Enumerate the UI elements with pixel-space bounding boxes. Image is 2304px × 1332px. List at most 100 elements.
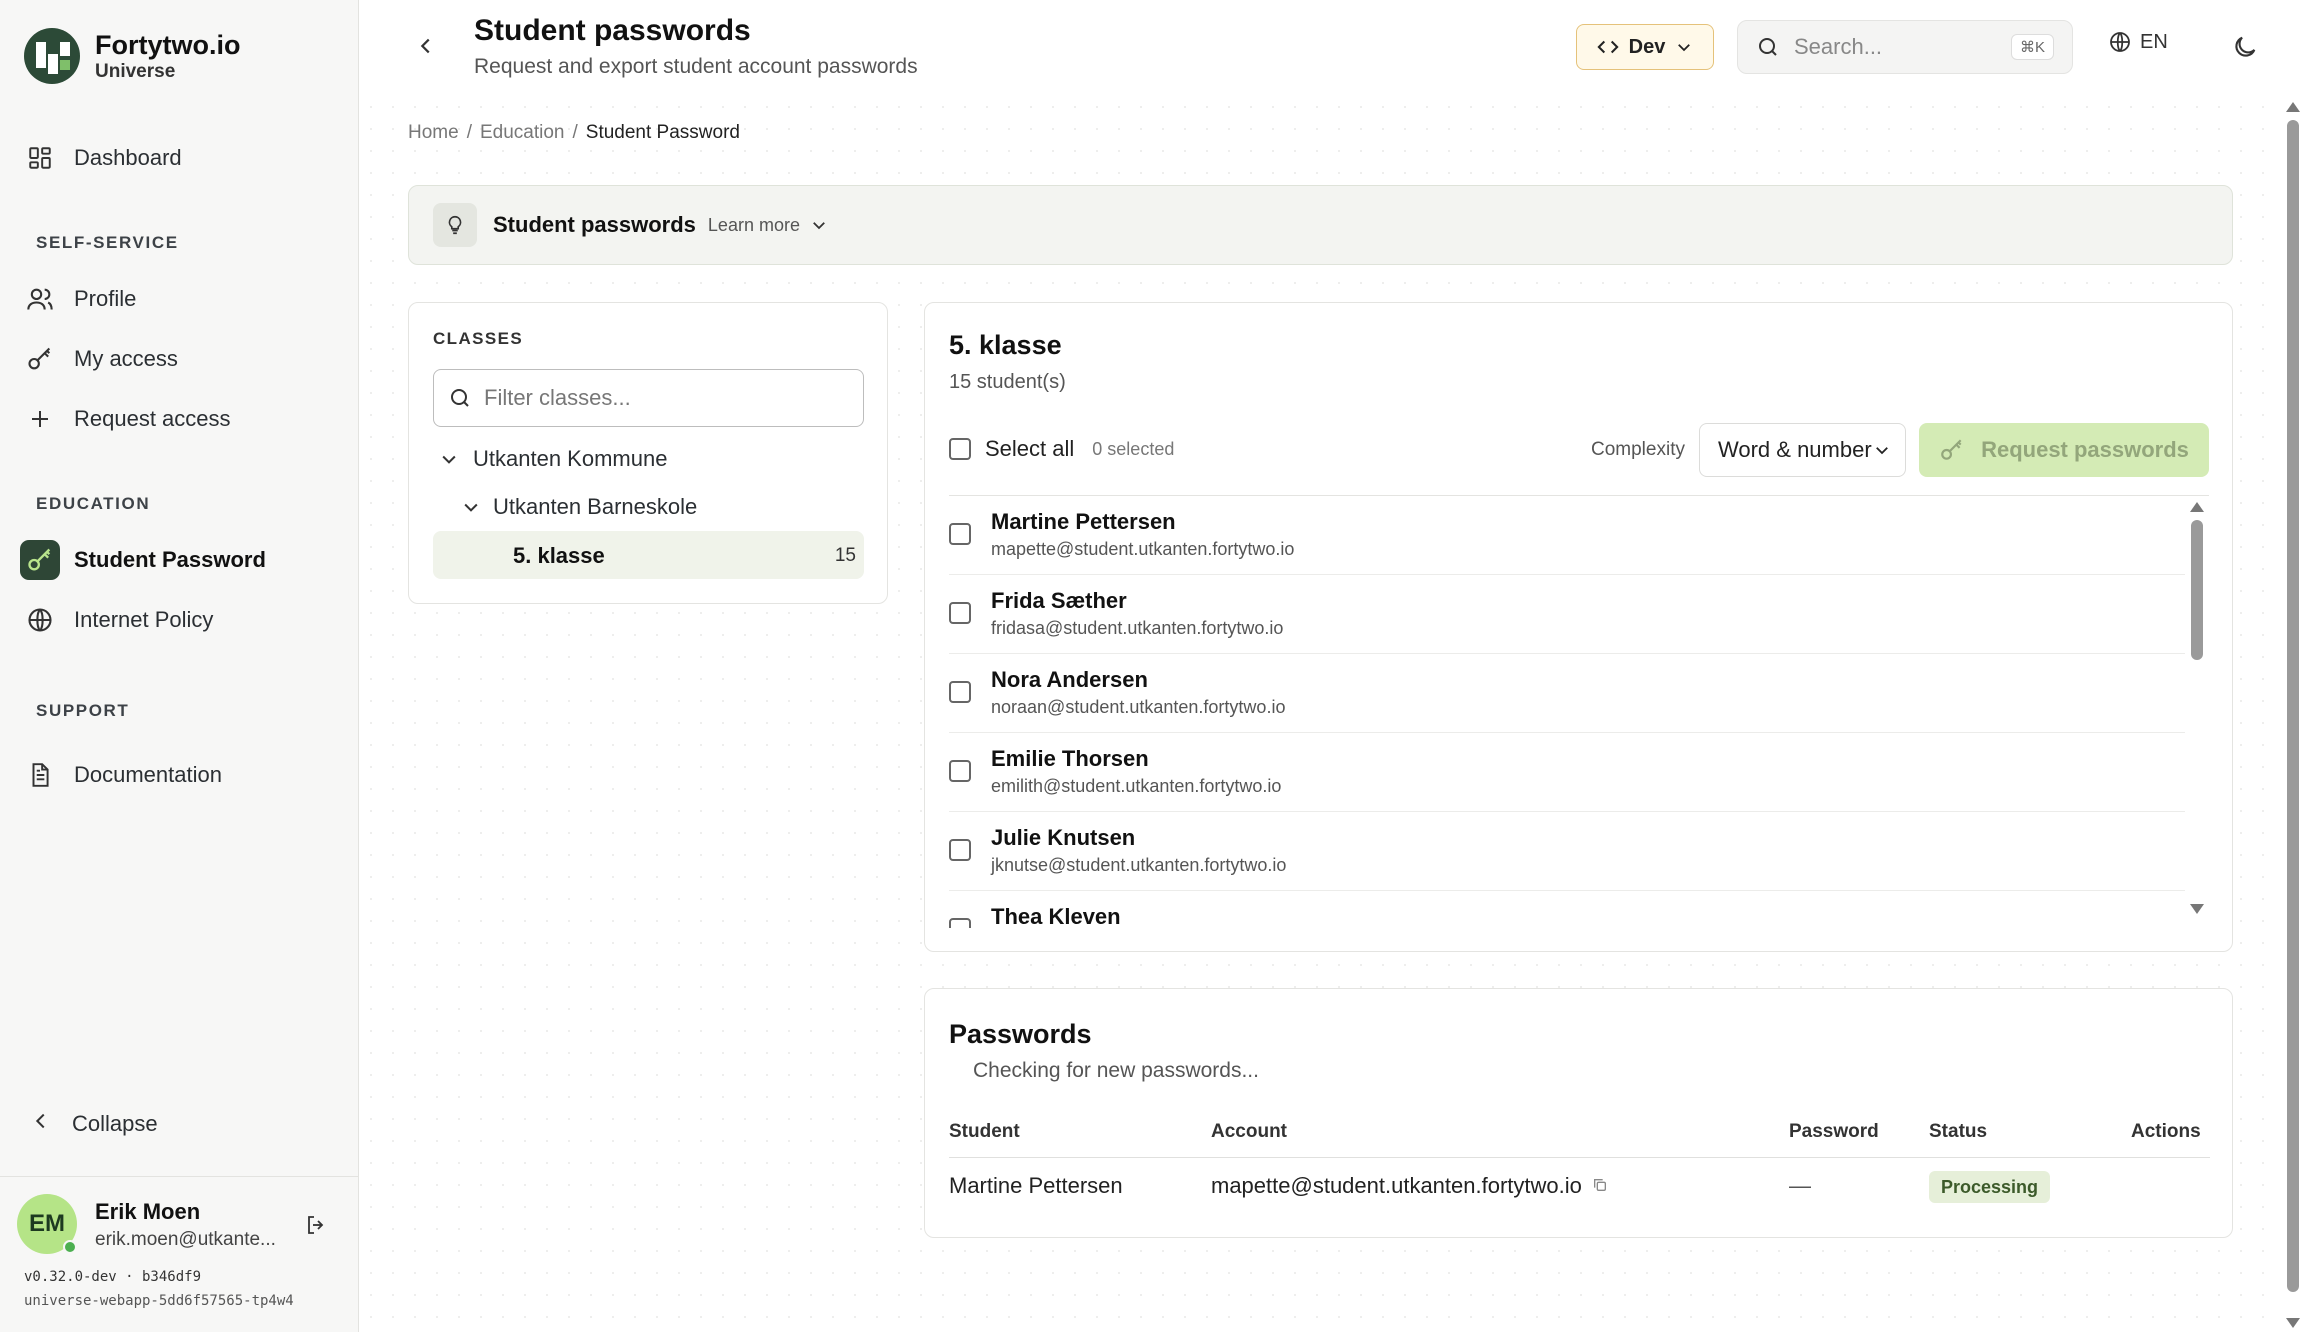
code-icon — [1597, 40, 1619, 54]
scrollbar-thumb[interactable] — [2191, 520, 2203, 660]
users-icon — [20, 279, 60, 319]
student-name: Martine Pettersen — [991, 509, 1176, 534]
chevron-left-icon — [30, 1110, 52, 1138]
back-button[interactable] — [410, 30, 442, 62]
student-checkbox[interactable] — [949, 918, 971, 928]
user-name: Erik Moen — [95, 1199, 201, 1224]
student-name: Emilie Thorsen — [991, 746, 1149, 771]
page-title: Student passwords — [474, 14, 751, 47]
logout-button[interactable] — [302, 1211, 330, 1239]
scrollbar-thumb[interactable] — [2287, 120, 2299, 1292]
sidebar-item-documentation[interactable]: Documentation — [18, 751, 342, 799]
learn-more-label: Learn more — [707, 214, 800, 235]
online-status-dot — [63, 1240, 77, 1254]
brand-subtitle: Universe — [95, 61, 176, 82]
passwords-card: Passwords Checking for new passwords... … — [924, 988, 2233, 1238]
select-all-checkbox[interactable]: Select all 0 selected — [949, 436, 1174, 462]
column-header-account: Account — [1211, 1121, 1287, 1142]
brand-title: Fortytwo.io — [95, 30, 241, 60]
sidebar-item-student-password[interactable]: Student Password — [18, 536, 342, 584]
search-icon — [1759, 38, 1777, 56]
section-heading-support: SUPPORT — [36, 701, 130, 720]
checkbox[interactable] — [949, 438, 971, 460]
collapse-label: Collapse — [72, 1111, 158, 1136]
top-header: Student passwords Request and export stu… — [360, 0, 2304, 96]
key-icon — [1941, 439, 1962, 460]
brand-logo-icon — [24, 28, 80, 84]
dashboard-icon — [20, 138, 60, 178]
class-student-count: 15 student(s) — [949, 371, 1066, 393]
student-checkbox[interactable] — [949, 602, 971, 624]
language-switcher[interactable]: EN — [2108, 30, 2168, 54]
student-checkbox[interactable] — [949, 523, 971, 545]
page-scrollbar[interactable] — [2282, 96, 2304, 1332]
student-row[interactable]: Martine Pettersen mapette@student.utkant… — [949, 496, 2185, 575]
student-email: mapette@student.utkanten.fortytwo.io — [991, 539, 1295, 559]
student-row[interactable]: Emilie Thorsen emilith@student.utkanten.… — [949, 733, 2185, 812]
scroll-up-arrow-icon[interactable] — [2190, 502, 2204, 512]
student-checkbox[interactable] — [949, 839, 971, 861]
student-row[interactable]: Frida Sæther fridasa@student.utkanten.fo… — [949, 575, 2185, 654]
student-name: Nora Andersen — [991, 667, 1148, 692]
complexity-select[interactable]: Word & number — [1699, 423, 1906, 477]
copy-icon[interactable] — [1592, 1173, 1608, 1199]
search-icon — [451, 389, 469, 407]
sidebar-item-dashboard[interactable]: Dashboard — [18, 134, 342, 182]
student-checkbox[interactable] — [949, 681, 971, 703]
student-row[interactable]: Julie Knutsen jknutse@student.utkanten.f… — [949, 812, 2185, 891]
globe-icon — [20, 600, 60, 640]
cell-student: Martine Pettersen — [949, 1173, 1123, 1198]
environment-dropdown[interactable]: Dev — [1576, 24, 1714, 70]
student-name: Thea Kleven — [991, 904, 1121, 928]
scroll-up-arrow-icon[interactable] — [2286, 102, 2300, 112]
student-row[interactable]: Nora Andersen noraan@student.utkanten.fo… — [949, 654, 2185, 733]
status-badge: Processing — [1929, 1171, 2051, 1203]
classes-label: CLASSES — [433, 329, 524, 348]
passwords-title: Passwords — [949, 1019, 1092, 1049]
user-email: erik.moen@utkante... — [95, 1229, 276, 1250]
sidebar-item-label: Profile — [74, 286, 137, 311]
request-passwords-button[interactable]: Request passwords — [1919, 423, 2209, 477]
filter-classes-input[interactable] — [484, 385, 854, 411]
breadcrumb-home[interactable]: Home — [408, 122, 459, 144]
student-checkbox[interactable] — [949, 760, 971, 782]
sidebar-item-request-access[interactable]: Request access — [18, 395, 342, 443]
breadcrumb-current: Student Password — [585, 122, 740, 143]
scroll-down-arrow-icon[interactable] — [2286, 1318, 2300, 1328]
tree-node-class-active[interactable]: 5. klasse 15 — [433, 531, 864, 579]
breadcrumb-education[interactable]: Education — [480, 122, 565, 144]
document-icon — [20, 755, 60, 795]
student-row[interactable]: Thea Kleven — [949, 891, 2185, 928]
collapse-button[interactable]: Collapse — [30, 1110, 158, 1138]
breadcrumb-separator: / — [466, 122, 472, 143]
banner-title: Student passwords — [493, 212, 696, 237]
tree-node-label: 5. klasse — [513, 543, 605, 568]
student-list-scrollbar[interactable] — [2189, 496, 2209, 928]
global-search[interactable]: Search... ⌘K — [1737, 20, 2073, 74]
sidebar: Fortytwo.io Universe Dashboard SELF-SERV… — [0, 0, 359, 1332]
sidebar-item-internet-policy[interactable]: Internet Policy — [18, 596, 342, 644]
theme-toggle-button[interactable] — [2228, 30, 2262, 64]
language-label: EN — [2140, 30, 2168, 53]
search-placeholder: Search... — [1794, 34, 1883, 59]
selected-count: 0 selected — [1092, 438, 1175, 459]
chevron-down-icon — [464, 503, 478, 512]
class-student-count: 15 — [834, 545, 856, 566]
sidebar-item-profile[interactable]: Profile — [18, 275, 342, 323]
tree-node-school[interactable]: Utkanten Barneskole — [461, 494, 697, 520]
brand[interactable]: Fortytwo.io Universe — [24, 28, 240, 84]
filter-classes-field[interactable] — [433, 369, 864, 427]
student-email: emilith@student.utkanten.fortytwo.io — [991, 776, 1282, 796]
sidebar-item-my-access[interactable]: My access — [18, 335, 342, 383]
info-banner: Student passwords Learn more — [408, 185, 2233, 265]
user-panel: EM Erik Moen erik.moen@utkante... v0.32.… — [0, 1176, 359, 1332]
scroll-down-arrow-icon[interactable] — [2190, 904, 2204, 914]
tree-node-municipality[interactable]: Utkanten Kommune — [439, 446, 667, 472]
class-detail-card: 5. klasse 15 student(s) Select all 0 sel… — [924, 302, 2233, 952]
student-email: noraan@student.utkanten.fortytwo.io — [991, 697, 1286, 717]
student-list[interactable]: Martine Pettersen mapette@student.utkant… — [949, 496, 2209, 928]
app-version: v0.32.0-dev · b346df9 — [24, 1269, 202, 1285]
logout-icon — [308, 1216, 324, 1234]
chevron-down-icon — [1876, 447, 1888, 455]
learn-more-toggle[interactable]: Learn more — [708, 215, 828, 236]
